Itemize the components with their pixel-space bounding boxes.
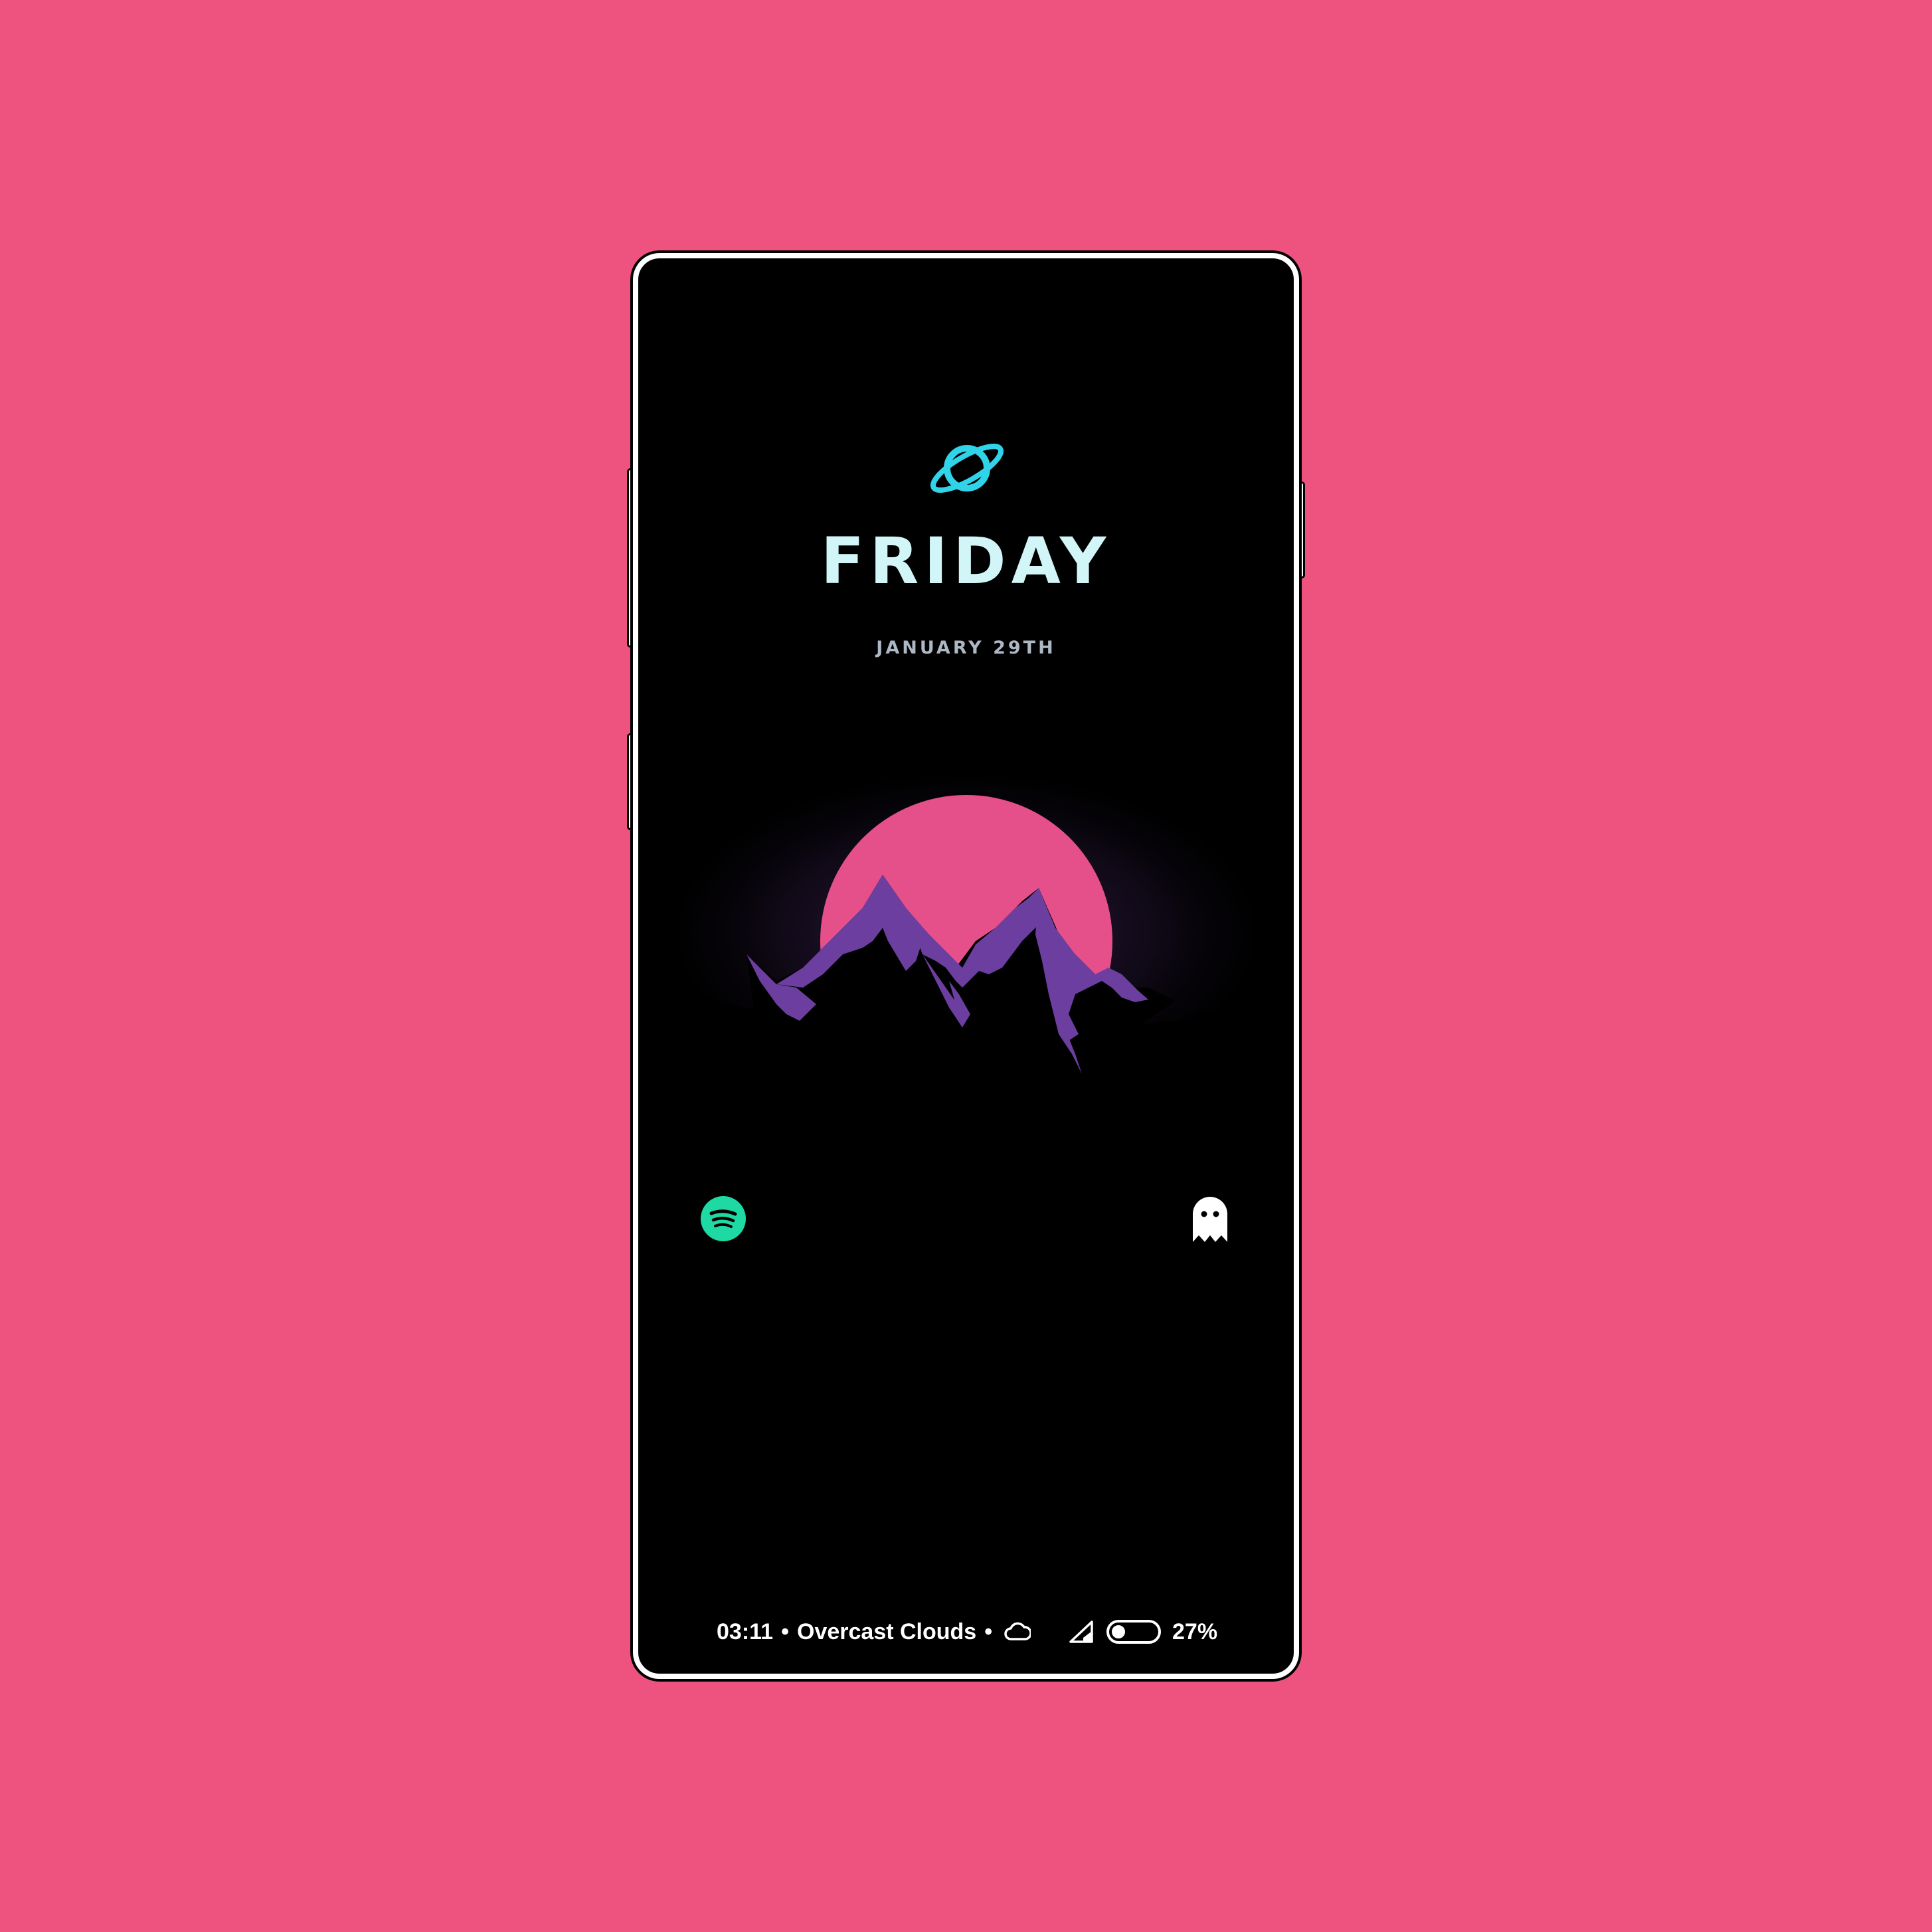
status-line: 03:11 • Overcast Clouds • (717, 1615, 1031, 1648)
separator-dot: • (984, 1619, 993, 1644)
spotify-icon[interactable] (700, 1195, 746, 1242)
phone-screen: FRIDAY JANUARY 29TH 03:11 • Overcast Clo… (644, 264, 1288, 1668)
mountain-wallpaper (644, 742, 1288, 1087)
planet-icon (930, 444, 1004, 493)
date-subtitle: JANUARY 29TH (876, 638, 1056, 658)
separator-dot: • (781, 1619, 789, 1644)
cloud-icon (1004, 1622, 1031, 1640)
ghost-icon[interactable] (1190, 1194, 1230, 1243)
time-text: 03:11 (717, 1619, 774, 1644)
day-title: FRIDAY (820, 524, 1112, 598)
weather-text: Overcast Clouds (797, 1619, 977, 1644)
battery-percent: 27% (1172, 1619, 1218, 1644)
battery-icon (1106, 1620, 1161, 1644)
system-status: 27% (1069, 1615, 1217, 1648)
signal-icon (1069, 1621, 1093, 1643)
